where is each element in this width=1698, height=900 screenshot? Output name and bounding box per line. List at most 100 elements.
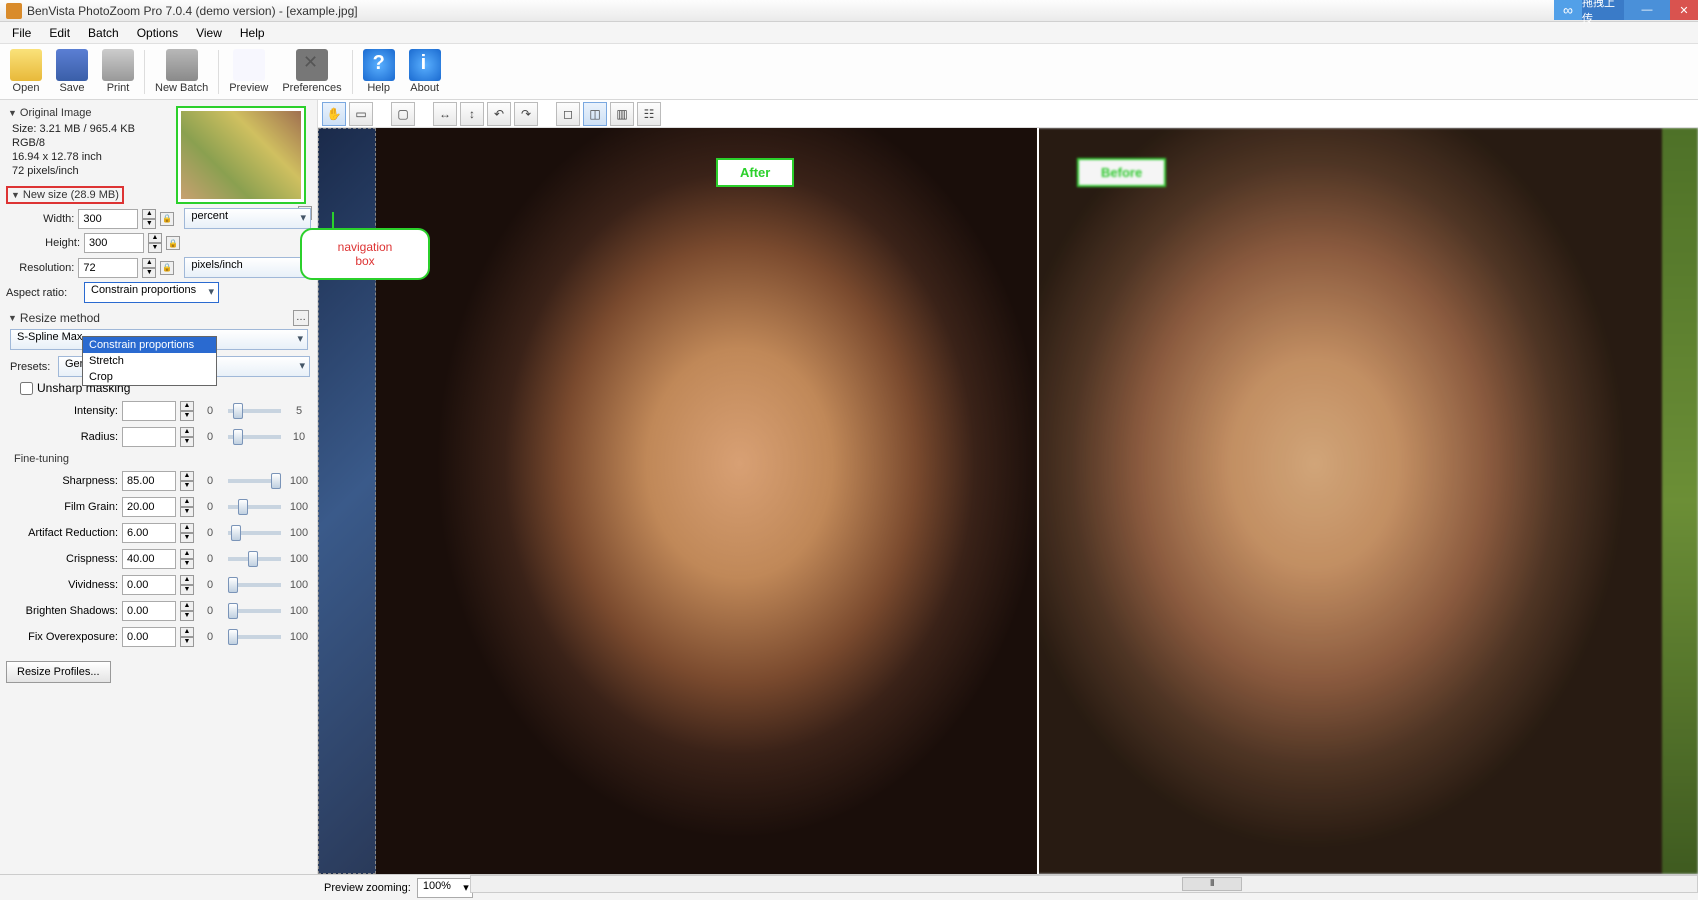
undo-icon: ↶ xyxy=(494,107,504,121)
aspect-option-stretch[interactable]: Stretch xyxy=(83,353,216,369)
height-spinner[interactable]: ▲▼ xyxy=(148,233,162,253)
select-tool[interactable]: ▭ xyxy=(349,102,373,126)
resize-method-header[interactable]: Resize method … xyxy=(6,307,311,329)
fine-input[interactable] xyxy=(122,523,176,543)
zoom-label: Preview zooming: xyxy=(324,882,411,894)
scrollbar-thumb[interactable]: ⫴ xyxy=(1182,877,1242,891)
separator xyxy=(218,50,219,94)
aspect-option-constrain[interactable]: Constrain proportions xyxy=(83,337,216,353)
hand-tool[interactable]: ✋ xyxy=(322,102,346,126)
resize-method-ellipsis[interactable]: … xyxy=(293,310,309,326)
fine-slider[interactable] xyxy=(228,531,281,535)
crop-icon: ▢ xyxy=(397,107,408,121)
single-icon: ◻ xyxy=(563,107,573,121)
redo-button[interactable]: ↷ xyxy=(514,102,538,126)
width-spinner[interactable]: ▲▼ xyxy=(142,209,156,229)
intensity-input[interactable] xyxy=(122,401,176,421)
fine-input[interactable] xyxy=(122,497,176,517)
after-pane[interactable]: After xyxy=(376,128,1037,874)
resize-profiles-button[interactable]: Resize Profiles... xyxy=(6,661,111,683)
width-input[interactable] xyxy=(78,209,138,229)
navigation-box-callout: navigation box xyxy=(300,228,430,280)
minimize-button[interactable]: — xyxy=(1624,0,1670,20)
fine-slider[interactable] xyxy=(228,635,281,639)
close-button[interactable]: ✕ xyxy=(1670,0,1698,20)
fine-row-2: Artifact Reduction:▲▼0100 xyxy=(6,523,311,543)
aspect-option-crop[interactable]: Crop xyxy=(83,369,216,385)
undo-button[interactable]: ↶ xyxy=(487,102,511,126)
fine-row-3: Crispness:▲▼0100 xyxy=(6,549,311,569)
resolution-spinner[interactable]: ▲▼ xyxy=(142,258,156,278)
intensity-label: Intensity: xyxy=(6,405,118,417)
split-view[interactable]: After Before xyxy=(376,128,1698,874)
split-icon: ◫ xyxy=(589,107,600,121)
view-grid[interactable]: ☷ xyxy=(637,102,661,126)
prefs-icon xyxy=(296,49,328,81)
ext-upload-button[interactable]: 拖拽上传 xyxy=(1582,0,1624,20)
fine-slider[interactable] xyxy=(228,557,281,561)
navigation-box[interactable] xyxy=(176,106,306,204)
before-badge: Before xyxy=(1077,158,1166,187)
new-size-header[interactable]: New size (28.9 MB) xyxy=(6,186,124,204)
split-divider[interactable] xyxy=(1037,128,1039,874)
menu-options[interactable]: Options xyxy=(129,24,186,42)
fine-label: Fix Overexposure: xyxy=(6,631,118,643)
preview-button[interactable]: Preview xyxy=(223,47,274,96)
menu-help[interactable]: Help xyxy=(232,24,273,42)
menu-batch[interactable]: Batch xyxy=(80,24,127,42)
fit-height[interactable]: ↕ xyxy=(460,102,484,126)
menubar: File Edit Batch Options View Help xyxy=(0,22,1698,44)
fine-input[interactable] xyxy=(122,627,176,647)
lock-width[interactable]: 🔒 xyxy=(160,212,174,226)
menu-file[interactable]: File xyxy=(4,24,39,42)
radius-input[interactable] xyxy=(122,427,176,447)
window-title: BenVista PhotoZoom Pro 7.0.4 (demo versi… xyxy=(27,4,358,18)
horizontal-scrollbar[interactable]: ⫴ xyxy=(470,875,1698,893)
view-splitv[interactable]: ▥ xyxy=(610,102,634,126)
intensity-slider[interactable] xyxy=(228,409,281,413)
grid-icon: ☷ xyxy=(644,107,655,121)
fine-slider[interactable] xyxy=(228,609,281,613)
lock-res[interactable]: 🔒 xyxy=(160,261,174,275)
height-input[interactable] xyxy=(84,233,144,253)
side-panel: Original Image Size: 3.21 MB / 965.4 KB … xyxy=(0,100,318,874)
resolution-input[interactable] xyxy=(78,258,138,278)
menu-edit[interactable]: Edit xyxy=(41,24,78,42)
help-button[interactable]: Help xyxy=(357,47,401,96)
fine-slider[interactable] xyxy=(228,505,281,509)
fine-input[interactable] xyxy=(122,549,176,569)
aspect-ratio-combo[interactable]: Constrain proportions xyxy=(84,282,219,303)
fit-width[interactable]: ↔ xyxy=(433,102,457,126)
fine-row-4: Vividness:▲▼0100 xyxy=(6,575,311,595)
image-pane[interactable]: After Before xyxy=(318,128,1698,874)
fine-row-5: Brighten Shadows:▲▼0100 xyxy=(6,601,311,621)
save-button[interactable]: Save xyxy=(50,47,94,96)
fine-input[interactable] xyxy=(122,601,176,621)
zoom-combo[interactable]: 100% xyxy=(417,878,473,898)
fine-input[interactable] xyxy=(122,575,176,595)
res-unit-combo[interactable]: pixels/inch xyxy=(184,257,311,278)
about-button[interactable]: About xyxy=(403,47,447,96)
open-button[interactable]: Open xyxy=(4,47,48,96)
ext-icon-button[interactable]: ∞ xyxy=(1554,0,1582,20)
size-unit-combo[interactable]: percent xyxy=(184,208,311,229)
view-single[interactable]: ◻ xyxy=(556,102,580,126)
select-icon: ▭ xyxy=(355,107,366,121)
radius-slider[interactable] xyxy=(228,435,281,439)
aspect-ratio-dropdown[interactable]: Constrain proportions Stretch Crop xyxy=(82,336,217,386)
menu-view[interactable]: View xyxy=(188,24,230,42)
fine-slider[interactable] xyxy=(228,583,281,587)
before-pane[interactable]: Before xyxy=(1037,128,1698,874)
preferences-button[interactable]: Preferences xyxy=(276,47,347,96)
lock-height[interactable]: 🔒 xyxy=(166,236,180,250)
print-button[interactable]: Print xyxy=(96,47,140,96)
aspect-label: Aspect ratio: xyxy=(6,287,80,299)
view-split[interactable]: ◫ xyxy=(583,102,607,126)
batch-icon xyxy=(166,49,198,81)
after-badge: After xyxy=(716,158,794,187)
crop-tool[interactable]: ▢ xyxy=(391,102,415,126)
fine-slider[interactable] xyxy=(228,479,281,483)
fine-label: Vividness: xyxy=(6,579,118,591)
fine-input[interactable] xyxy=(122,471,176,491)
new-batch-button[interactable]: New Batch xyxy=(149,47,214,96)
